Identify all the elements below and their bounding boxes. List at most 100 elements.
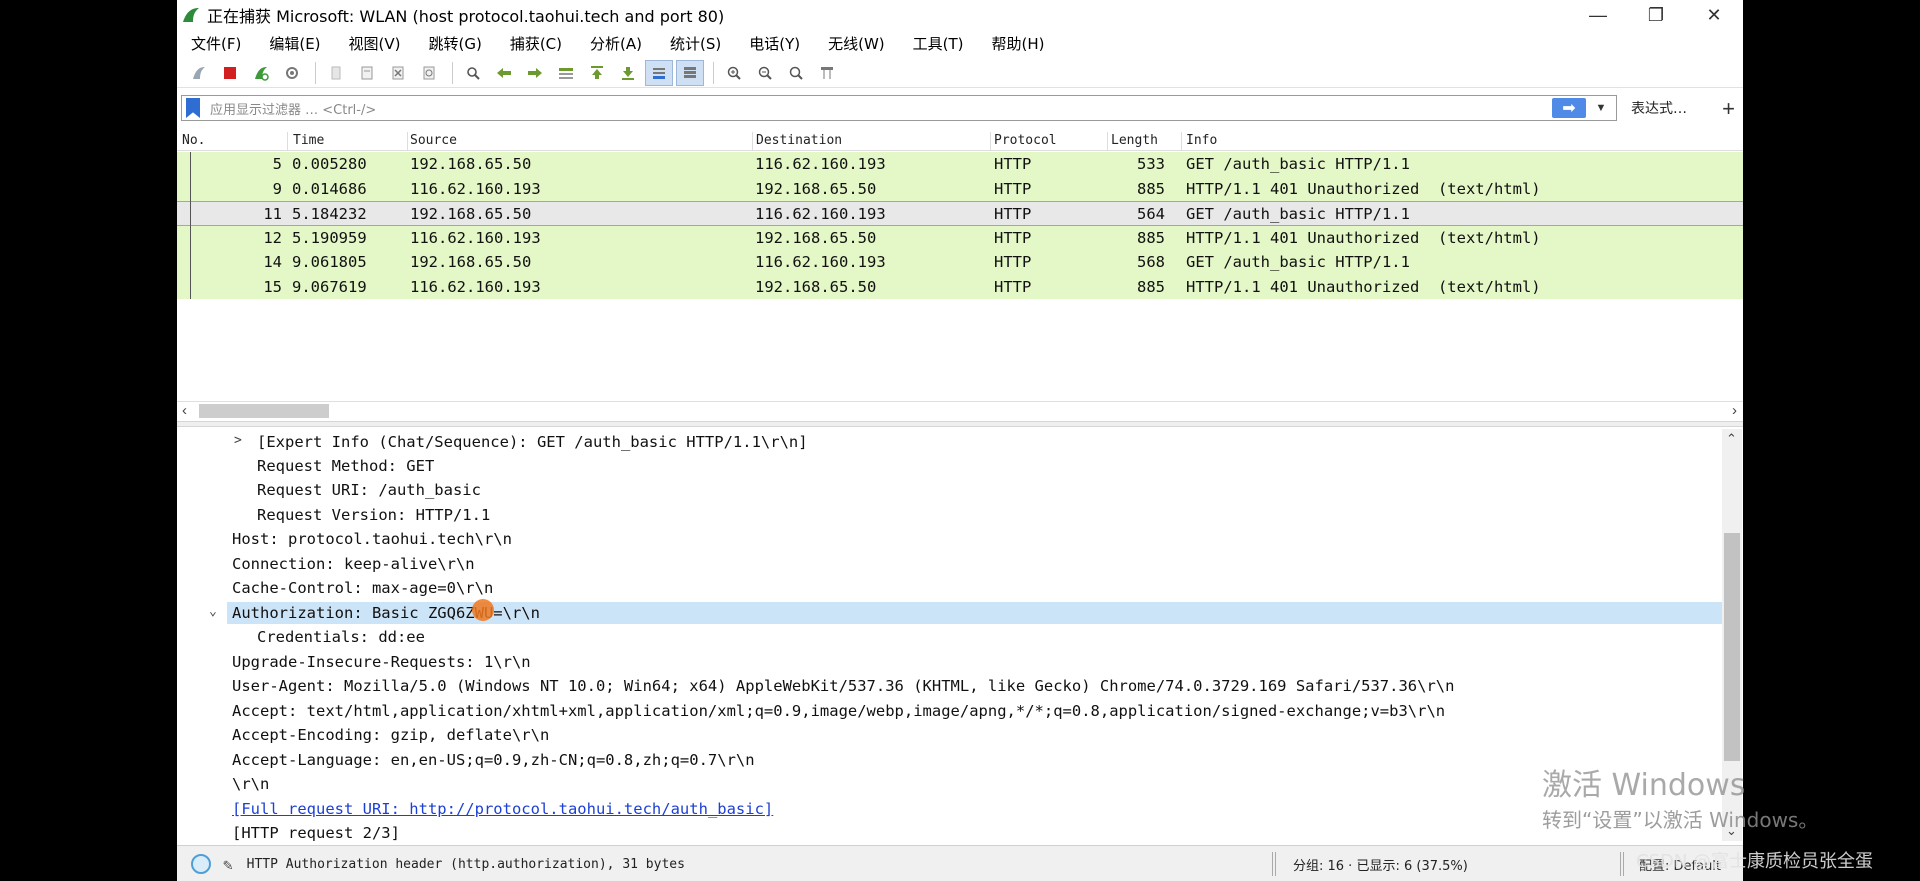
col-source[interactable]: Source	[410, 133, 457, 148]
expression-button[interactable]: 表达式…	[1631, 98, 1687, 118]
bookmark-icon[interactable]	[186, 98, 200, 118]
edit-comment-icon[interactable]: ✎	[223, 855, 233, 874]
hscroll-thumb[interactable]	[199, 404, 329, 418]
open-file-icon[interactable]	[322, 60, 350, 86]
menu-help[interactable]: 帮助(H)	[978, 33, 1059, 54]
vscroll-thumb[interactable]	[1724, 533, 1740, 761]
detail-line[interactable]: Connection: keep-alive\r\n	[232, 553, 475, 575]
detail-line[interactable]: Cache-Control: max-age=0\r\n	[232, 577, 493, 599]
packet-list-header: No. Time Source Destination Protocol Len…	[177, 132, 1743, 151]
expand-chevron-icon[interactable]: >	[234, 433, 242, 448]
go-to-packet-icon[interactable]	[552, 60, 580, 86]
menu-tools[interactable]: 工具(T)	[899, 33, 978, 54]
autoscroll-icon[interactable]	[645, 59, 673, 86]
detail-line[interactable]: Host: protocol.taohui.tech\r\n	[232, 528, 512, 550]
save-file-icon[interactable]	[353, 60, 381, 86]
resize-columns-icon[interactable]	[813, 60, 841, 86]
cell-no: 14	[263, 253, 282, 271]
packet-row[interactable]: 15 9.067619 116.62.160.193 192.168.65.50…	[177, 274, 1743, 299]
menu-telephony[interactable]: 电话(Y)	[735, 33, 814, 54]
pane-splitter[interactable]	[177, 421, 1743, 427]
zoom-in-icon[interactable]	[720, 60, 748, 86]
cell-protocol: HTTP	[994, 179, 1032, 198]
full-request-uri-link[interactable]: [Full request URI: http://protocol.taohu…	[232, 798, 773, 820]
restart-capture-icon[interactable]	[247, 60, 275, 86]
toolbar-separator	[315, 61, 316, 84]
detail-line[interactable]: Accept: text/html,application/xhtml+xml,…	[232, 700, 1445, 722]
menu-file[interactable]: 文件(F)	[177, 33, 255, 54]
expert-info-icon[interactable]	[191, 854, 211, 874]
col-destination[interactable]: Destination	[756, 133, 842, 148]
status-separator	[1620, 852, 1624, 876]
close-file-icon[interactable]	[384, 60, 412, 86]
menu-wireless[interactable]: 无线(W)	[814, 33, 899, 54]
packet-details: > [Expert Info (Chat/Sequence): GET /aut…	[177, 429, 1722, 841]
window-controls: — ❐ ✕	[1569, 0, 1743, 30]
detail-line[interactable]: Upgrade-Insecure-Requests: 1\r\n	[232, 651, 531, 673]
menu-view[interactable]: 视图(V)	[335, 33, 415, 54]
filter-history-dropdown[interactable]: ▼	[1592, 98, 1610, 118]
status-bar: ✎ HTTP Authorization header (http.author…	[177, 845, 1743, 881]
column-divider	[407, 132, 408, 150]
colorize-icon[interactable]	[676, 59, 704, 86]
start-capture-icon[interactable]	[185, 60, 213, 86]
go-last-icon[interactable]	[614, 60, 642, 86]
zoom-out-icon[interactable]	[751, 60, 779, 86]
menu-go[interactable]: 跳转(G)	[415, 33, 496, 54]
go-forward-icon[interactable]	[521, 60, 549, 86]
packet-row-selected[interactable]: 11 5.184232 192.168.65.50 116.62.160.193…	[177, 201, 1743, 226]
go-back-icon[interactable]	[490, 60, 518, 86]
detail-line[interactable]: Accept-Language: en,en-US;q=0.9,zh-CN;q=…	[232, 749, 755, 771]
detail-line[interactable]: User-Agent: Mozilla/5.0 (Windows NT 10.0…	[232, 675, 1454, 697]
detail-line[interactable]: \r\n	[232, 773, 269, 795]
detail-line[interactable]: Request Version: HTTP/1.1	[257, 504, 490, 526]
close-button[interactable]: ✕	[1685, 0, 1743, 30]
col-info[interactable]: Info	[1186, 133, 1217, 148]
scroll-up-icon[interactable]: ⌃	[1726, 431, 1737, 447]
detail-line[interactable]: Credentials: dd:ee	[257, 626, 425, 648]
packet-row[interactable]: 9 0.014686 116.62.160.193 192.168.65.50 …	[177, 176, 1743, 201]
detail-line[interactable]: Request Method: GET	[257, 455, 434, 477]
cell-no: 11	[263, 205, 282, 223]
main-toolbar	[177, 58, 1743, 88]
capture-options-icon[interactable]	[278, 60, 306, 86]
cell-source: 116.62.160.193	[410, 277, 541, 296]
cell-source: 192.168.65.50	[410, 155, 532, 173]
cell-no: 12	[263, 228, 282, 247]
stop-capture-icon[interactable]	[216, 60, 244, 86]
col-no[interactable]: No.	[182, 133, 205, 148]
menu-capture[interactable]: 捕获(C)	[496, 33, 576, 54]
menu-statistics[interactable]: 统计(S)	[656, 33, 735, 54]
col-time[interactable]: Time	[293, 133, 324, 148]
cell-length: 885	[1137, 179, 1165, 198]
detail-line[interactable]: Accept-Encoding: gzip, deflate\r\n	[232, 724, 549, 746]
menu-analyze[interactable]: 分析(A)	[576, 33, 656, 54]
detail-line[interactable]: [HTTP request 2/3]	[232, 822, 400, 841]
packet-row[interactable]: 5 0.005280 192.168.65.50 116.62.160.193 …	[177, 152, 1743, 177]
display-filter-input[interactable]: 应用显示过滤器 … <Ctrl-/> ➡ ▼	[181, 95, 1617, 121]
menu-edit[interactable]: 编辑(E)	[255, 33, 334, 54]
collapse-chevron-icon[interactable]: ⌄	[209, 604, 217, 619]
packet-row[interactable]: 14 9.061805 192.168.65.50 116.62.160.193…	[177, 250, 1743, 275]
find-packet-icon[interactable]	[459, 60, 487, 86]
scroll-left-icon[interactable]: ‹	[182, 402, 187, 419]
cell-destination: 192.168.65.50	[755, 179, 877, 198]
scroll-right-icon[interactable]: ›	[1732, 402, 1737, 419]
detail-line[interactable]: [Expert Info (Chat/Sequence): GET /auth_…	[257, 431, 808, 453]
normal-size-icon[interactable]	[782, 60, 810, 86]
packet-row[interactable]: 12 5.190959 116.62.160.193 192.168.65.50…	[177, 225, 1743, 250]
detail-line-authorization[interactable]: Authorization: Basic ZGQ6ZWU=\r\n	[232, 602, 540, 624]
status-field-info: HTTP Authorization header (http.authoriz…	[246, 856, 685, 872]
detail-line[interactable]: Request URI: /auth_basic	[257, 479, 481, 501]
minimize-button[interactable]: —	[1569, 0, 1627, 30]
add-filter-button[interactable]: +	[1722, 96, 1735, 122]
col-length[interactable]: Length	[1111, 133, 1158, 148]
reload-icon[interactable]	[415, 60, 443, 86]
cell-source: 116.62.160.193	[410, 228, 541, 247]
go-first-icon[interactable]	[583, 60, 611, 86]
column-divider	[752, 132, 753, 150]
col-protocol[interactable]: Protocol	[994, 133, 1057, 148]
restore-button[interactable]: ❐	[1627, 0, 1685, 30]
packet-list-hscrollbar[interactable]: ‹ ›	[177, 401, 1743, 420]
apply-filter-button[interactable]: ➡	[1552, 98, 1586, 118]
